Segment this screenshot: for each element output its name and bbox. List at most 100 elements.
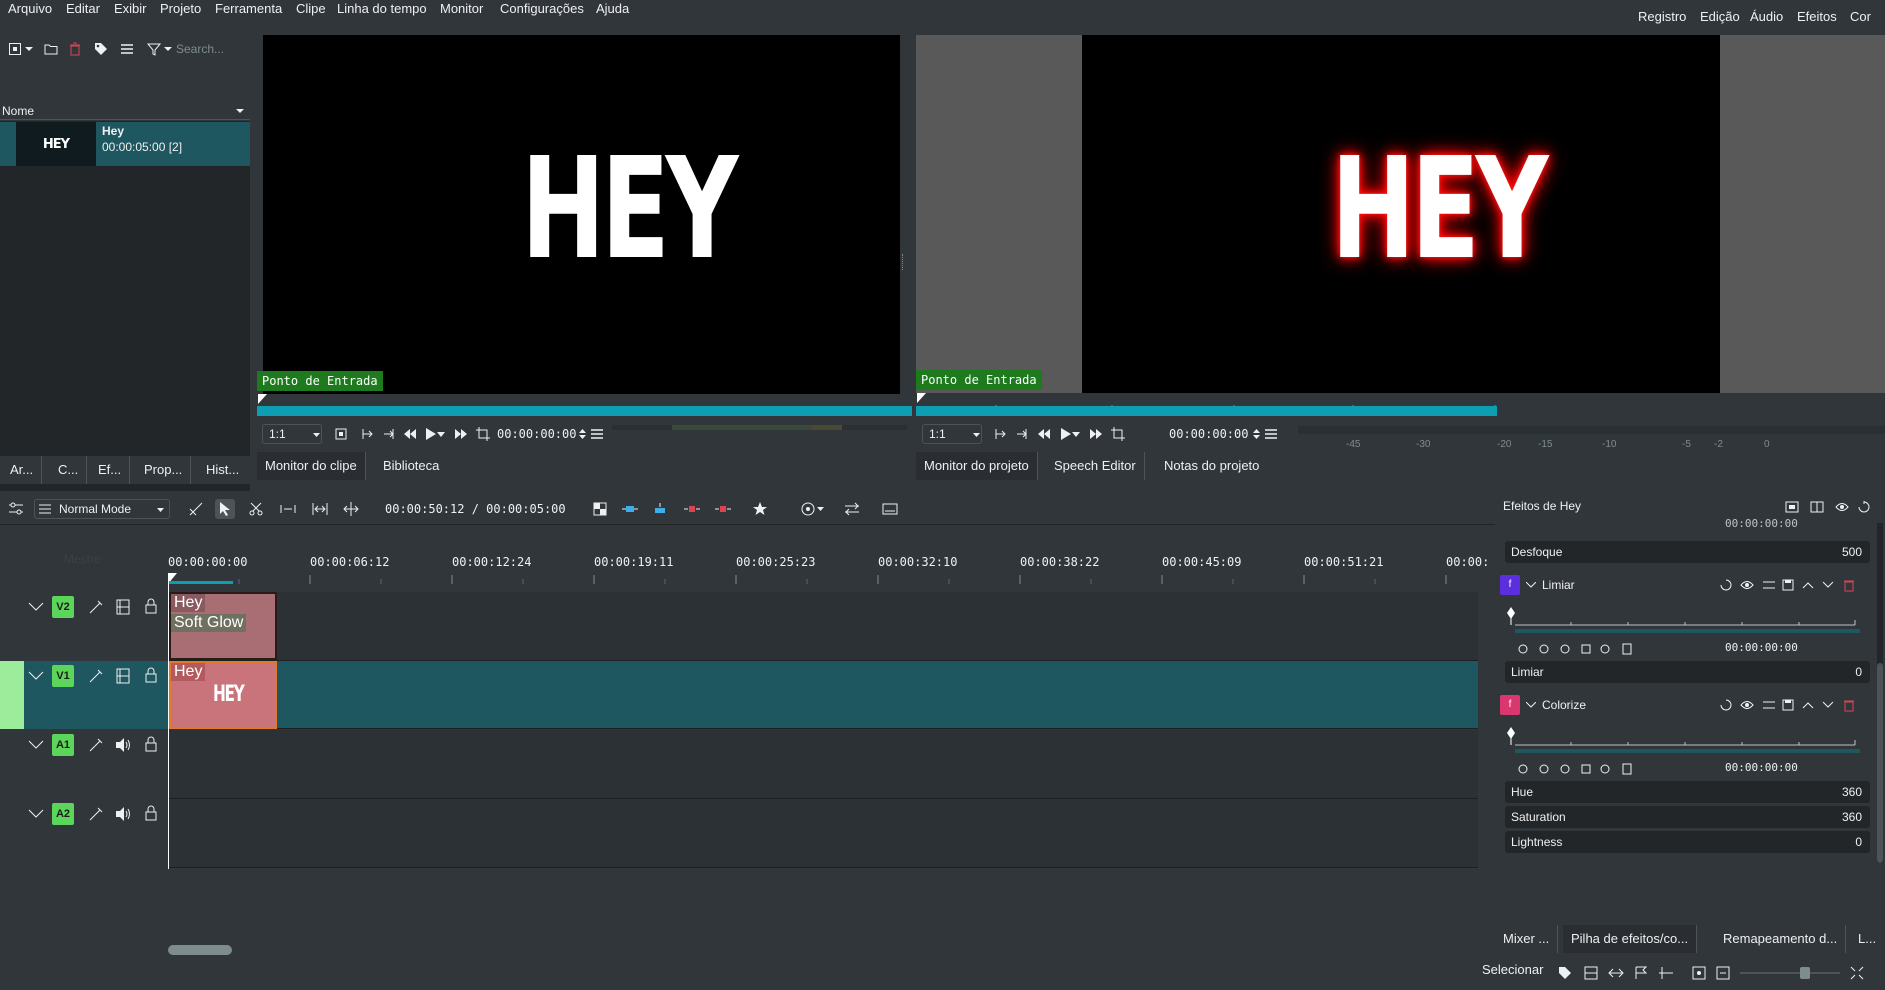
collapse-chevron-icon[interactable] [28,740,44,750]
workspace-audio[interactable]: Áudio [1750,8,1783,26]
chevron-down-icon[interactable] [1526,582,1536,588]
column-header-nome[interactable]: Nome [0,102,250,120]
chevron-down-icon[interactable] [435,424,447,444]
tab-effect-stack[interactable]: Pilha de efeitos/co... [1563,925,1698,953]
forward-icon[interactable] [1086,424,1106,444]
tab-efeitos[interactable]: Ef... [90,456,131,484]
zoom-out-icon[interactable] [1716,966,1730,980]
fit-icon[interactable] [331,424,351,444]
eye-icon[interactable] [1835,501,1849,513]
delete-icon[interactable] [66,40,84,58]
insert-icon[interactable] [620,499,640,519]
eye-icon[interactable] [1740,699,1754,711]
tab-speech-editor[interactable]: Speech Editor [1046,452,1145,480]
move-down-icon[interactable] [1822,701,1834,709]
track-header-v1[interactable]: V1 [24,661,168,729]
move-up-icon[interactable] [1802,581,1814,589]
folder-icon[interactable] [42,40,60,58]
keyframe-timecode[interactable]: 00:00:00:00 [1725,761,1798,774]
track-label-v1[interactable]: V1 [52,665,74,687]
keyframe-track-limiar[interactable] [1505,605,1865,629]
chevron-down-icon[interactable] [1526,702,1536,708]
timeline-scrollbar[interactable] [168,945,232,955]
razor-tool-icon[interactable] [186,499,206,519]
tab-remapping[interactable]: Remapeamento d... [1715,925,1847,953]
search-input[interactable]: Search... [176,39,246,59]
track-header-a1[interactable]: A1 [0,730,168,799]
zoom-select[interactable]: 1:1 [922,424,982,444]
reset-icon[interactable] [1720,579,1732,591]
chevron-down-icon[interactable] [163,40,173,58]
mixer-icon[interactable] [842,499,862,519]
edit-mode-select[interactable]: Normal Mode [34,499,170,519]
zoom-in-icon[interactable] [1850,966,1864,980]
zoom-slider[interactable] [1740,967,1840,979]
crop-icon[interactable] [473,424,493,444]
overwrite-icon[interactable] [650,499,670,519]
menu-icon[interactable] [587,424,607,444]
lock-icon[interactable] [144,598,158,614]
project-monitor-screen[interactable]: HEY [916,35,1885,393]
bin-item-hey[interactable]: HEY Hey 00:00:05:00 [2] [0,122,250,166]
clip-monitor-progress[interactable] [257,406,913,416]
keyframe-timecode[interactable]: 00:00:00:00 [1725,641,1798,654]
tag-icon[interactable] [92,40,110,58]
workspace-edicao[interactable]: Edição [1700,8,1740,26]
keyframe-track-colorize[interactable] [1505,725,1865,749]
set-in-icon[interactable] [990,424,1010,444]
reset-icon[interactable] [1720,699,1732,711]
menu-projeto[interactable]: Projeto [160,0,201,18]
lock-icon[interactable] [144,667,158,683]
project-monitor-progress[interactable] [916,406,1497,416]
snap-point-icon[interactable] [1658,966,1674,980]
tab-clips[interactable]: C... [50,456,88,484]
reset-icon[interactable] [1858,501,1870,513]
delete-icon[interactable] [1843,699,1855,712]
effects-wand-icon[interactable] [88,668,104,684]
split-view-icon[interactable] [1810,501,1824,513]
lock-icon[interactable] [144,736,158,752]
effect-header-limiar[interactable]: f Limiar [1500,573,1870,597]
timecode-spinner-icon[interactable] [1251,424,1261,444]
param-desfoque[interactable]: Desfoque 500 [1505,541,1870,563]
menu-clipe[interactable]: Clipe [296,0,326,18]
film-icon[interactable] [1584,966,1598,980]
overlay-icon[interactable] [590,499,610,519]
tab-biblioteca[interactable]: Biblioteca [375,452,447,480]
zoom-fit-icon[interactable] [1692,966,1706,980]
compare-icon[interactable] [1785,501,1799,513]
track-header-a2[interactable]: A2 [0,799,168,868]
effects-wand-icon[interactable] [88,737,104,753]
track-label-a2[interactable]: A2 [52,803,74,825]
settings-icon[interactable] [1762,699,1776,711]
forward-icon[interactable] [451,424,471,444]
menu-editar[interactable]: Editar [66,0,100,18]
film-icon[interactable] [115,599,131,615]
tab-monitor-do-clipe[interactable]: Monitor do clipe [257,452,366,480]
splitter-handle[interactable] [902,254,906,270]
tab-monitor-do-projeto[interactable]: Monitor do projeto [916,452,1038,480]
menu-icon[interactable] [1261,424,1281,444]
track-header-v2[interactable]: V2 [0,592,168,661]
set-out-icon[interactable] [379,424,399,444]
move-down-icon[interactable] [1822,581,1834,589]
settings-icon[interactable] [1762,579,1776,591]
project-monitor-timecode[interactable]: 00:00:00:00 [1169,424,1248,444]
collapse-chevron-icon[interactable] [28,671,44,681]
ripple-tool-icon[interactable] [310,499,330,519]
marker-flag-icon[interactable] [1634,966,1648,980]
clip-v2-hey[interactable]: Hey Soft Glow [169,592,277,660]
speaker-icon[interactable] [115,806,131,822]
save-icon[interactable] [1782,579,1794,591]
effects-scrollbar[interactable] [1877,523,1883,863]
clip-monitor-screen[interactable]: HEY [263,35,900,395]
delete-icon[interactable] [1843,579,1855,592]
clip-monitor-timecode[interactable]: 00:00:00:00 [497,424,576,444]
tag-icon[interactable] [1558,966,1572,980]
menu-configuracoes[interactable]: Configurações [500,0,584,18]
effect-header-colorize[interactable]: f Colorize [1500,693,1870,717]
spacer-tool-icon[interactable] [278,499,298,519]
add-clip-icon[interactable] [6,40,24,58]
lock-icon[interactable] [144,805,158,821]
track-lane-v1[interactable] [168,661,1478,729]
